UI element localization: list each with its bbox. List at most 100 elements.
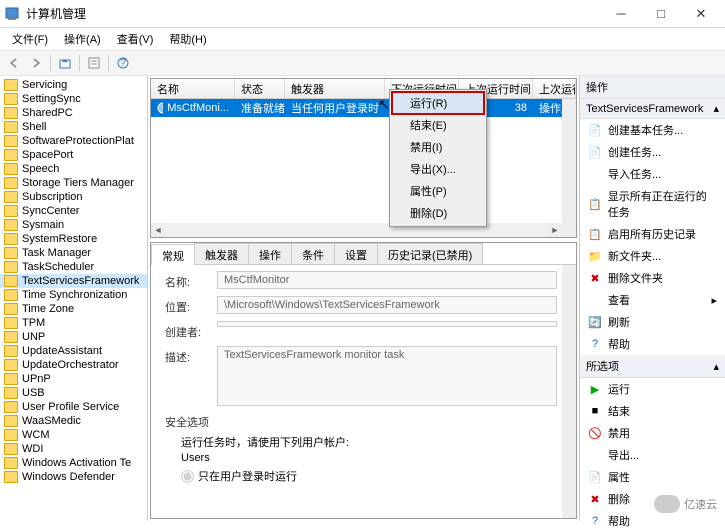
- tree-item[interactable]: Sysmain: [0, 218, 147, 232]
- tree-item[interactable]: WDI: [0, 442, 147, 456]
- ctx-delete[interactable]: 删除(D): [392, 202, 484, 224]
- collapse-icon[interactable]: ▴: [713, 360, 719, 373]
- col-triggers[interactable]: 触发器: [285, 79, 385, 98]
- maximize-button[interactable]: □: [641, 0, 681, 27]
- tabstrip: 常规 触发器 操作 条件 设置 历史记录(已禁用): [151, 243, 576, 265]
- folder-icon: [4, 149, 18, 161]
- details-scrollbar[interactable]: [562, 265, 576, 518]
- folder-icon: [4, 261, 18, 273]
- ctx-properties[interactable]: 属性(P): [392, 180, 484, 202]
- tree-item[interactable]: Time Zone: [0, 302, 147, 316]
- tree-item[interactable]: SyncCenter: [0, 204, 147, 218]
- tab-settings[interactable]: 设置: [334, 243, 378, 264]
- tree-item[interactable]: UNP: [0, 330, 147, 344]
- tree-item[interactable]: SharedPC: [0, 106, 147, 120]
- menu-help[interactable]: 帮助(H): [161, 29, 214, 49]
- tab-triggers[interactable]: 触发器: [194, 243, 249, 264]
- action-item[interactable]: ?帮助: [580, 510, 725, 532]
- tree-item[interactable]: WCM: [0, 428, 147, 442]
- up-icon[interactable]: [55, 53, 75, 73]
- horizontal-scrollbar[interactable]: ◄►: [151, 223, 562, 237]
- actions-group1-header[interactable]: TextServicesFramework▴: [580, 99, 725, 119]
- folder-icon: [4, 443, 18, 455]
- tab-general[interactable]: 常规: [151, 244, 195, 265]
- tab-conditions[interactable]: 条件: [291, 243, 335, 264]
- folder-icon: [4, 471, 18, 483]
- tree-item[interactable]: Speech: [0, 162, 147, 176]
- menu-action[interactable]: 操作(A): [56, 29, 109, 49]
- action-icon: 📋: [588, 227, 602, 241]
- vertical-scrollbar[interactable]: [562, 99, 576, 223]
- minimize-button[interactable]: ─: [601, 0, 641, 27]
- action-item[interactable]: 🔄刷新: [580, 311, 725, 333]
- action-icon: ▶: [588, 382, 602, 396]
- close-button[interactable]: ✕: [681, 0, 721, 27]
- action-item[interactable]: 导入任务...: [580, 163, 725, 185]
- col-name[interactable]: 名称: [151, 79, 235, 98]
- ctx-run[interactable]: 运行(R): [392, 92, 484, 114]
- tree-item[interactable]: TextServicesFramework: [0, 274, 147, 288]
- menu-file[interactable]: 文件(F): [4, 29, 56, 49]
- tree-item[interactable]: Windows Defender: [0, 470, 147, 484]
- folder-icon: [4, 93, 18, 105]
- tree-item[interactable]: SettingSync: [0, 92, 147, 106]
- ctx-disable[interactable]: 禁用(I): [392, 136, 484, 158]
- forward-icon[interactable]: [26, 53, 46, 73]
- location-field: \Microsoft\Windows\TextServicesFramework: [217, 296, 557, 314]
- action-item[interactable]: 查看▸: [580, 289, 725, 311]
- tree-item[interactable]: Windows Activation Te: [0, 456, 147, 470]
- tree-item[interactable]: SpacePort: [0, 148, 147, 162]
- action-item[interactable]: 📄属性: [580, 466, 725, 488]
- tree-item[interactable]: SoftwareProtectionPlat: [0, 134, 147, 148]
- action-item[interactable]: 📁新文件夹...: [580, 245, 725, 267]
- tree-item[interactable]: Subscription: [0, 190, 147, 204]
- tree-item[interactable]: USB: [0, 386, 147, 400]
- menu-view[interactable]: 查看(V): [109, 29, 162, 49]
- action-icon: 📄: [588, 145, 602, 159]
- action-item[interactable]: 📄创建基本任务...: [580, 119, 725, 141]
- tree-item[interactable]: UPnP: [0, 372, 147, 386]
- action-item[interactable]: 📋启用所有历史记录: [580, 223, 725, 245]
- tree-item[interactable]: Time Synchronization: [0, 288, 147, 302]
- tree-pane[interactable]: ServicingSettingSyncSharedPCShellSoftwar…: [0, 76, 148, 521]
- ctx-export[interactable]: 导出(X)...: [392, 158, 484, 180]
- tree-item[interactable]: WaaSMedic: [0, 414, 147, 428]
- action-item[interactable]: 🚫禁用: [580, 422, 725, 444]
- author-field: [217, 321, 557, 327]
- col-status[interactable]: 状态: [235, 79, 285, 98]
- help-icon[interactable]: ?: [113, 53, 133, 73]
- action-item[interactable]: ✖删除文件夹: [580, 267, 725, 289]
- tree-item[interactable]: Storage Tiers Manager: [0, 176, 147, 190]
- tree-item[interactable]: TPM: [0, 316, 147, 330]
- tree-item[interactable]: UpdateOrchestrator: [0, 358, 147, 372]
- tree-item[interactable]: Servicing: [0, 78, 147, 92]
- tree-item[interactable]: TaskScheduler: [0, 260, 147, 274]
- tree-item[interactable]: User Profile Service: [0, 400, 147, 414]
- properties-icon[interactable]: [84, 53, 104, 73]
- collapse-icon[interactable]: ▴: [713, 102, 719, 115]
- action-item[interactable]: ■结束: [580, 400, 725, 422]
- folder-icon: [4, 177, 18, 189]
- back-icon[interactable]: [4, 53, 24, 73]
- action-item[interactable]: 导出...: [580, 444, 725, 466]
- action-item[interactable]: ▶运行: [580, 378, 725, 400]
- tree-item[interactable]: Shell: [0, 120, 147, 134]
- tab-actions[interactable]: 操作: [248, 243, 292, 264]
- tree-item[interactable]: SystemRestore: [0, 232, 147, 246]
- context-menu: 运行(R) 结束(E) 禁用(I) 导出(X)... 属性(P) 删除(D): [389, 89, 487, 227]
- folder-icon: [4, 373, 18, 385]
- task-row[interactable]: MsCtfMoni... 准备就绪 当任何用户登录时 38 操作成功完成。 (0…: [151, 99, 576, 117]
- action-item[interactable]: 📄创建任务...: [580, 141, 725, 163]
- tab-history[interactable]: 历史记录(已禁用): [377, 243, 483, 264]
- account-value: Users: [181, 452, 562, 464]
- folder-icon: [4, 289, 18, 301]
- col-last-result[interactable]: 上次运行结果: [533, 79, 576, 98]
- action-item[interactable]: ?帮助: [580, 333, 725, 355]
- tree-item[interactable]: Task Manager: [0, 246, 147, 260]
- ctx-end[interactable]: 结束(E): [392, 114, 484, 136]
- security-text: 运行任务时，请使用下列用户帐户:: [181, 434, 562, 450]
- action-item[interactable]: 📋显示所有正在运行的任务: [580, 185, 725, 223]
- tree-item[interactable]: UpdateAssistant: [0, 344, 147, 358]
- folder-icon: [4, 331, 18, 343]
- actions-group2-header[interactable]: 所选项▴: [580, 355, 725, 378]
